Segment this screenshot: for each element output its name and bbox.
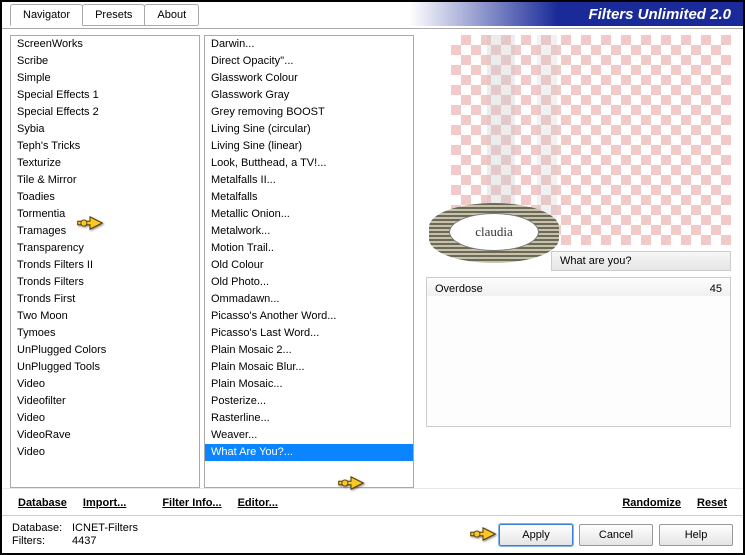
tab-about[interactable]: About [144, 4, 199, 25]
list-item[interactable]: Grey removing BOOST [205, 104, 413, 121]
list-item[interactable]: Plain Mosaic... [205, 376, 413, 393]
filter-name-display: What are you? [551, 251, 731, 271]
list-item[interactable]: Sybia [11, 121, 199, 138]
list-item[interactable]: Picasso's Another Word... [205, 308, 413, 325]
list-item[interactable]: Old Colour [205, 257, 413, 274]
footer-buttons: Apply Cancel Help [499, 524, 733, 546]
list-item[interactable]: Teph's Tricks [11, 138, 199, 155]
preview-image: claudia [451, 35, 731, 245]
list-item[interactable]: Old Photo... [205, 274, 413, 291]
filters-count-label: Filters: [12, 535, 72, 547]
help-button[interactable]: Help [659, 524, 733, 546]
list-item[interactable]: Darwin... [205, 36, 413, 53]
tabs-container: NavigatorPresetsAbout [10, 4, 198, 26]
list-item[interactable]: Living Sine (circular) [205, 121, 413, 138]
list-item[interactable]: UnPlugged Tools [11, 359, 199, 376]
content-area: ScreenWorksScribeSimpleSpecial Effects 1… [2, 28, 743, 488]
list-item[interactable]: Posterize... [205, 393, 413, 410]
toolbar: Database Import... Filter Info... Editor… [2, 488, 743, 515]
parameters-box: Overdose 45 [426, 277, 731, 427]
list-item[interactable]: Video [11, 376, 199, 393]
db-value: ICNET-Filters [72, 522, 138, 534]
list-item[interactable]: Ommadawn... [205, 291, 413, 308]
list-item[interactable]: Rasterline... [205, 410, 413, 427]
list-item[interactable]: Metallic Onion... [205, 206, 413, 223]
list-item[interactable]: Metalwork... [205, 223, 413, 240]
list-item[interactable]: Look, Butthead, a TV!... [205, 155, 413, 172]
list-item[interactable]: Tramages [11, 223, 199, 240]
main-window: NavigatorPresetsAbout Filters Unlimited … [0, 0, 745, 555]
list-item[interactable]: Tormentia [11, 206, 199, 223]
list-item[interactable]: Video [11, 410, 199, 427]
param-row[interactable]: Overdose 45 [435, 282, 722, 296]
pointer-hand-icon [469, 522, 497, 546]
db-label: Database: [12, 522, 72, 534]
list-item[interactable]: Glasswork Colour [205, 70, 413, 87]
categories-listbox[interactable]: ScreenWorksScribeSimpleSpecial Effects 1… [10, 35, 200, 488]
list-item[interactable]: Texturize [11, 155, 199, 172]
watermark-badge: claudia [429, 203, 559, 263]
database-button[interactable]: Database [10, 493, 75, 513]
filters-listbox[interactable]: Darwin...Direct Opacity''...Glasswork Co… [204, 35, 414, 488]
list-item[interactable]: Special Effects 2 [11, 104, 199, 121]
cancel-button[interactable]: Cancel [579, 524, 653, 546]
list-item[interactable]: Video [11, 444, 199, 461]
list-item[interactable]: Plain Mosaic 2... [205, 342, 413, 359]
list-item[interactable]: Plain Mosaic Blur... [205, 359, 413, 376]
list-item[interactable]: Transparency [11, 240, 199, 257]
list-item[interactable]: Two Moon [11, 308, 199, 325]
list-item[interactable]: Tile & Mirror [11, 172, 199, 189]
tab-presets[interactable]: Presets [82, 4, 145, 25]
list-item[interactable]: Weaver... [205, 427, 413, 444]
list-item[interactable]: Tronds First [11, 291, 199, 308]
param-name: Overdose [435, 283, 483, 295]
list-item[interactable]: Toadies [11, 189, 199, 206]
list-item[interactable]: Simple [11, 70, 199, 87]
list-item[interactable]: Living Sine (linear) [205, 138, 413, 155]
footer: Database: ICNET-Filters Filters: 4437 Ap… [2, 515, 743, 553]
import-button[interactable]: Import... [75, 493, 134, 513]
list-item[interactable]: ScreenWorks [11, 36, 199, 53]
param-value: 45 [710, 283, 722, 295]
list-item[interactable]: Glasswork Gray [205, 87, 413, 104]
list-item[interactable]: Tymoes [11, 325, 199, 342]
categories-panel: ScreenWorksScribeSimpleSpecial Effects 1… [10, 35, 200, 488]
filter-info-button[interactable]: Filter Info... [154, 493, 229, 513]
editor-button[interactable]: Editor... [230, 493, 286, 513]
list-item[interactable]: VideoRave [11, 427, 199, 444]
footer-info: Database: ICNET-Filters Filters: 4437 [12, 522, 138, 547]
apply-button[interactable]: Apply [499, 524, 573, 546]
filters-panel: Darwin...Direct Opacity''...Glasswork Co… [204, 35, 414, 488]
preview-panel: claudia What are you? Overdose 45 [418, 35, 735, 488]
filters-count-value: 4437 [72, 535, 96, 547]
reset-button[interactable]: Reset [689, 493, 735, 513]
list-item[interactable]: Metalfalls II... [205, 172, 413, 189]
app-title: Filters Unlimited 2.0 [588, 6, 731, 23]
list-item[interactable]: What Are You?... [205, 444, 413, 461]
list-item[interactable]: Tronds Filters II [11, 257, 199, 274]
list-item[interactable]: Picasso's Last Word... [205, 325, 413, 342]
header-bar: NavigatorPresetsAbout Filters Unlimited … [2, 2, 743, 26]
tab-navigator[interactable]: Navigator [10, 4, 83, 26]
list-item[interactable]: Scribe [11, 53, 199, 70]
list-item[interactable]: Motion Trail.. [205, 240, 413, 257]
list-item[interactable]: Videofilter [11, 393, 199, 410]
randomize-button[interactable]: Randomize [614, 493, 689, 513]
list-item[interactable]: Metalfalls [205, 189, 413, 206]
list-item[interactable]: Tronds Filters [11, 274, 199, 291]
list-item[interactable]: Special Effects 1 [11, 87, 199, 104]
list-item[interactable]: UnPlugged Colors [11, 342, 199, 359]
badge-text: claudia [449, 213, 539, 251]
list-item[interactable]: Direct Opacity''... [205, 53, 413, 70]
